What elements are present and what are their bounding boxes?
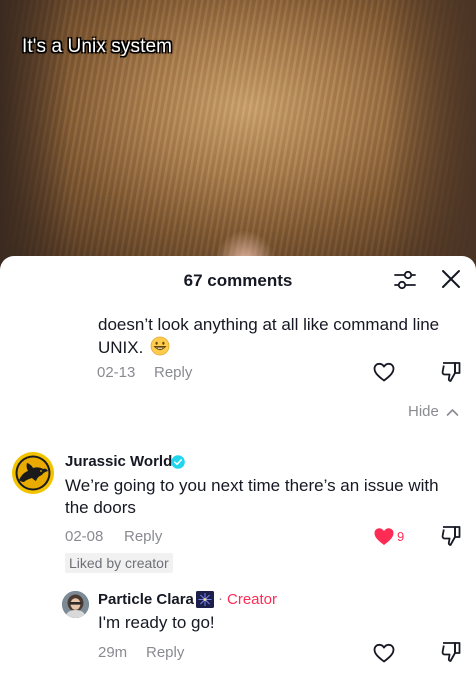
- chevron-up-icon[interactable]: [446, 406, 459, 419]
- jurassic-world-logo-icon: [12, 452, 54, 494]
- grinning-face-emoji-icon: [150, 336, 170, 356]
- comment-author[interactable]: Jurassic World: [65, 453, 172, 470]
- reply-button[interactable]: Reply: [124, 528, 162, 545]
- hide-replies-button[interactable]: Hide: [408, 403, 439, 420]
- avatar[interactable]: [62, 591, 89, 618]
- verified-badge-icon: [171, 455, 185, 469]
- reply-button[interactable]: Reply: [154, 364, 192, 381]
- separator-dot: ·: [218, 590, 223, 607]
- comment-text: doesn’t look anything at all like comman…: [98, 314, 468, 359]
- comment-date: 02-08: [65, 528, 104, 545]
- creator-label: Creator: [227, 591, 278, 608]
- comment-date: 02-13: [97, 364, 136, 381]
- comment-date: 29m: [98, 644, 128, 661]
- comments-sheet: 67 comments doesn’t look anything at all…: [0, 256, 476, 680]
- user-photo-icon: [62, 591, 89, 618]
- avatar[interactable]: [12, 452, 54, 494]
- comments-header: 67 comments: [0, 256, 476, 306]
- reply-button[interactable]: Reply: [146, 644, 184, 661]
- close-icon[interactable]: [440, 268, 462, 290]
- thumbs-down-icon[interactable]: [440, 524, 462, 548]
- thumbs-down-icon[interactable]: [440, 640, 462, 664]
- comment-text: We’re going to you next time there’s an …: [65, 476, 439, 517]
- sliders-icon[interactable]: [393, 268, 417, 292]
- like-count: 9: [397, 529, 405, 544]
- comment-author[interactable]: Particle Clara: [98, 591, 194, 608]
- fireworks-emoji-icon: [196, 591, 214, 608]
- liked-by-creator-badge: Liked by creator: [65, 553, 173, 573]
- video-caption: It's a Unix system: [22, 36, 173, 57]
- video-frame-shadow-right: [386, 0, 476, 270]
- heart-filled-icon[interactable]: [372, 525, 396, 547]
- heart-outline-icon[interactable]: [372, 641, 396, 665]
- video-player[interactable]: It's a Unix system: [0, 0, 476, 270]
- thumbs-down-icon[interactable]: [440, 360, 462, 384]
- heart-outline-icon[interactable]: [372, 360, 396, 384]
- comment-text: I'm ready to go!: [98, 613, 215, 632]
